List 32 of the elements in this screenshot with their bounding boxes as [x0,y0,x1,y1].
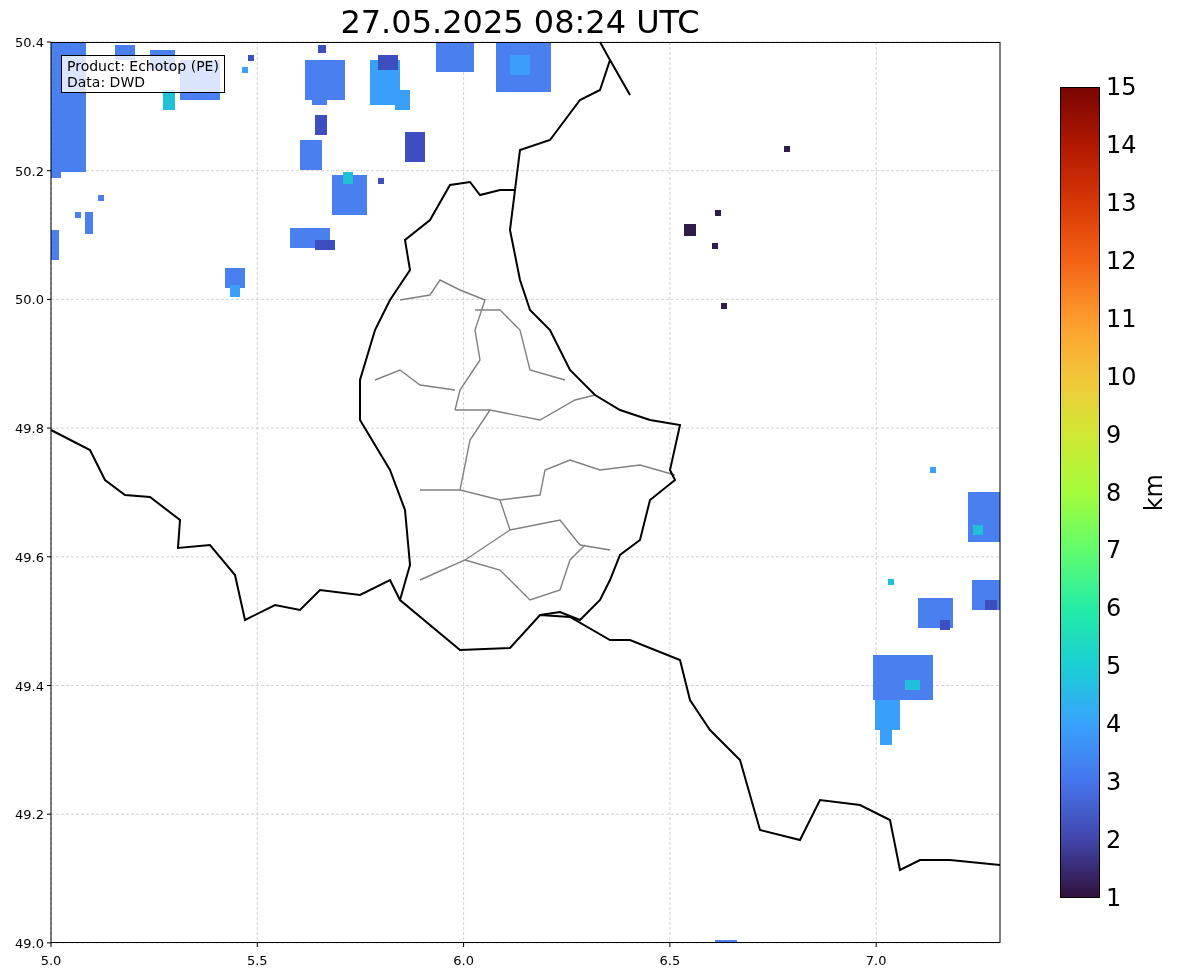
legend-text: Product: Echotop (PE) [67,58,219,74]
y-tick-label: 49.6 [15,549,44,565]
colorbar-tick-label: 4 [1106,710,1122,739]
colorbar-tick-label: 8 [1106,478,1122,507]
colorbar-tick-label: 1 [1106,884,1122,912]
colorbar-tick-label: 3 [1106,768,1122,797]
x-tick-label: 7.0 [865,953,887,968]
y-tick-label: 50.2 [15,163,44,179]
chart-title: 27.05.2025 08:24 UTC [339,2,701,42]
legend-text: Data: DWD [67,74,146,90]
x-tick-label: 6.0 [453,953,474,968]
y-tick-label: 49.8 [15,421,44,437]
colorbar-tick-label: 9 [1106,420,1122,449]
y-tick-label: 49.0 [15,935,44,951]
x-tick-label: 6.5 [659,953,681,968]
colorbar-tick-label: 14 [1106,130,1137,159]
colorbar-tick-label: 5 [1106,652,1122,681]
colorbar-label: km [1140,473,1168,512]
colorbar-tick-label: 13 [1106,188,1137,217]
x-tick-label: 5.5 [246,953,268,968]
colorbar-tick-label: 2 [1106,826,1122,855]
y-tick-label: 49.4 [15,678,44,694]
y-tick-label: 50.0 [15,292,44,308]
colorbar-tick-label: 10 [1106,362,1137,391]
colorbar-tick-label: 12 [1106,246,1137,275]
x-tick-label: 5.0 [40,953,62,968]
y-tick-label: 50.4 [15,35,44,50]
colorbar-tick-label: 6 [1106,594,1122,623]
colorbar-tick-label: 15 [1106,73,1137,101]
y-tick-label: 49.2 [15,807,44,823]
colorbar-tick-label: 7 [1106,536,1122,565]
colorbar-tick-label: 11 [1106,304,1137,333]
